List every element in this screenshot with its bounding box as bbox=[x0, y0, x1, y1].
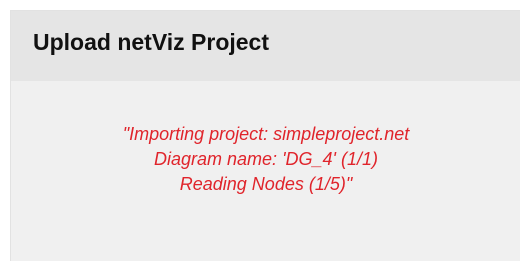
panel-header: Upload netViz Project bbox=[11, 11, 520, 81]
status-line-diagram-name: Diagram name: 'DG_4' (1/1) bbox=[154, 149, 378, 169]
panel-body: "Importing project: simpleproject.net Di… bbox=[11, 81, 520, 262]
upload-panel: Upload netViz Project "Importing project… bbox=[10, 10, 520, 261]
status-line-reading-nodes: Reading Nodes (1/5)" bbox=[179, 174, 353, 194]
import-status-message: "Importing project: simpleproject.net Di… bbox=[29, 122, 503, 197]
panel-title: Upload netViz Project bbox=[33, 28, 270, 55]
status-line-importing-project: "Importing project: simpleproject.net bbox=[122, 124, 410, 144]
